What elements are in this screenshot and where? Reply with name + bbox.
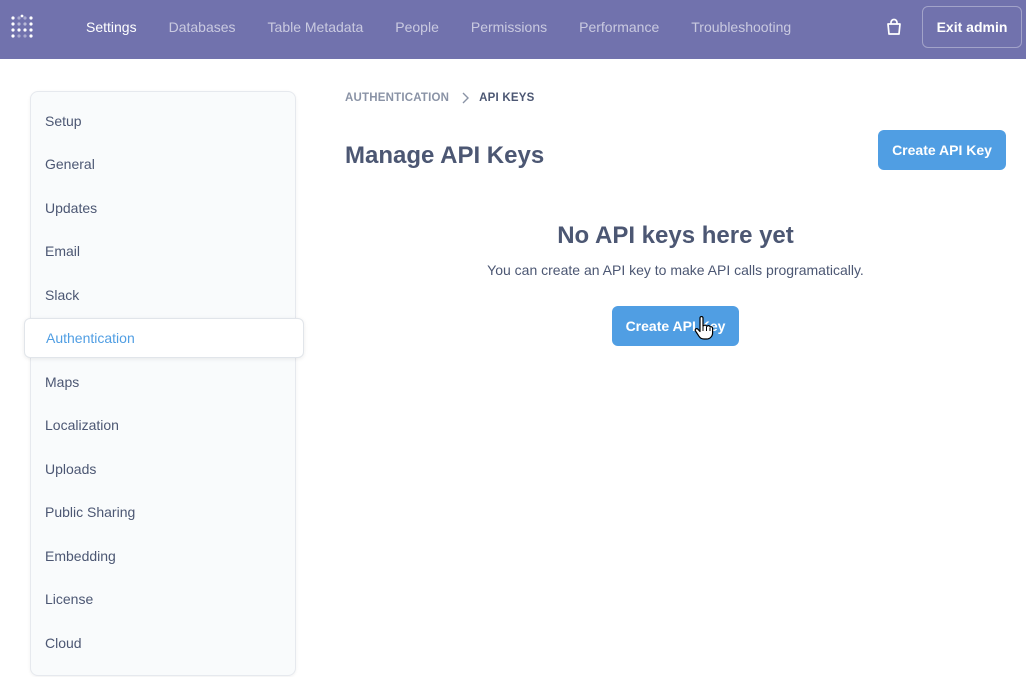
sidebar-item-embedding[interactable]: Embedding (45, 548, 116, 564)
sidebar-item-localization[interactable]: Localization (45, 417, 119, 433)
shopping-bag-icon[interactable] (884, 17, 904, 37)
sidebar-item-cloud[interactable]: Cloud (45, 635, 82, 651)
sidebar-item-setup[interactable]: Setup (45, 113, 82, 129)
empty-state-title: No API keys here yet (557, 222, 794, 249)
hand-pointer-cursor-icon (694, 316, 714, 340)
settings-sidebar: Setup General Updates Email Slack Authen… (24, 91, 304, 676)
admin-header: Settings Databases Table Metadata People… (0, 0, 1026, 59)
sidebar-item-general[interactable]: General (45, 156, 95, 172)
nav-settings[interactable]: Settings (70, 19, 153, 35)
breadcrumb-current: API KEYS (479, 92, 535, 104)
nav-databases[interactable]: Databases (153, 19, 252, 35)
breadcrumb: AUTHENTICATION API KEYS (345, 92, 534, 104)
metabase-logo-icon[interactable] (10, 14, 36, 42)
breadcrumb-authentication-link[interactable]: AUTHENTICATION (345, 92, 449, 104)
sidebar-item-authentication[interactable]: Authentication (24, 318, 304, 358)
nav-people[interactable]: People (379, 19, 455, 35)
admin-nav: Settings Databases Table Metadata People… (70, 0, 807, 54)
nav-table-metadata[interactable]: Table Metadata (252, 19, 380, 35)
sidebar-item-license[interactable]: License (45, 591, 93, 607)
sidebar-item-uploads[interactable]: Uploads (45, 461, 96, 477)
sidebar-item-public-sharing[interactable]: Public Sharing (45, 504, 135, 520)
page-title: Manage API Keys (345, 142, 545, 169)
empty-state-create-api-key-button[interactable]: Create API Key (612, 306, 739, 346)
create-api-key-button[interactable]: Create API Key (878, 130, 1006, 170)
sidebar-item-email[interactable]: Email (45, 243, 80, 259)
chevron-right-icon (462, 92, 470, 104)
nav-permissions[interactable]: Permissions (455, 19, 563, 35)
nav-troubleshooting[interactable]: Troubleshooting (675, 19, 807, 35)
empty-state-description: You can create an API key to make API ca… (487, 262, 864, 278)
nav-performance[interactable]: Performance (563, 19, 675, 35)
sidebar-item-slack[interactable]: Slack (45, 287, 79, 303)
sidebar-item-updates[interactable]: Updates (45, 200, 97, 216)
exit-admin-button[interactable]: Exit admin (922, 6, 1022, 48)
sidebar-item-maps[interactable]: Maps (45, 374, 79, 390)
